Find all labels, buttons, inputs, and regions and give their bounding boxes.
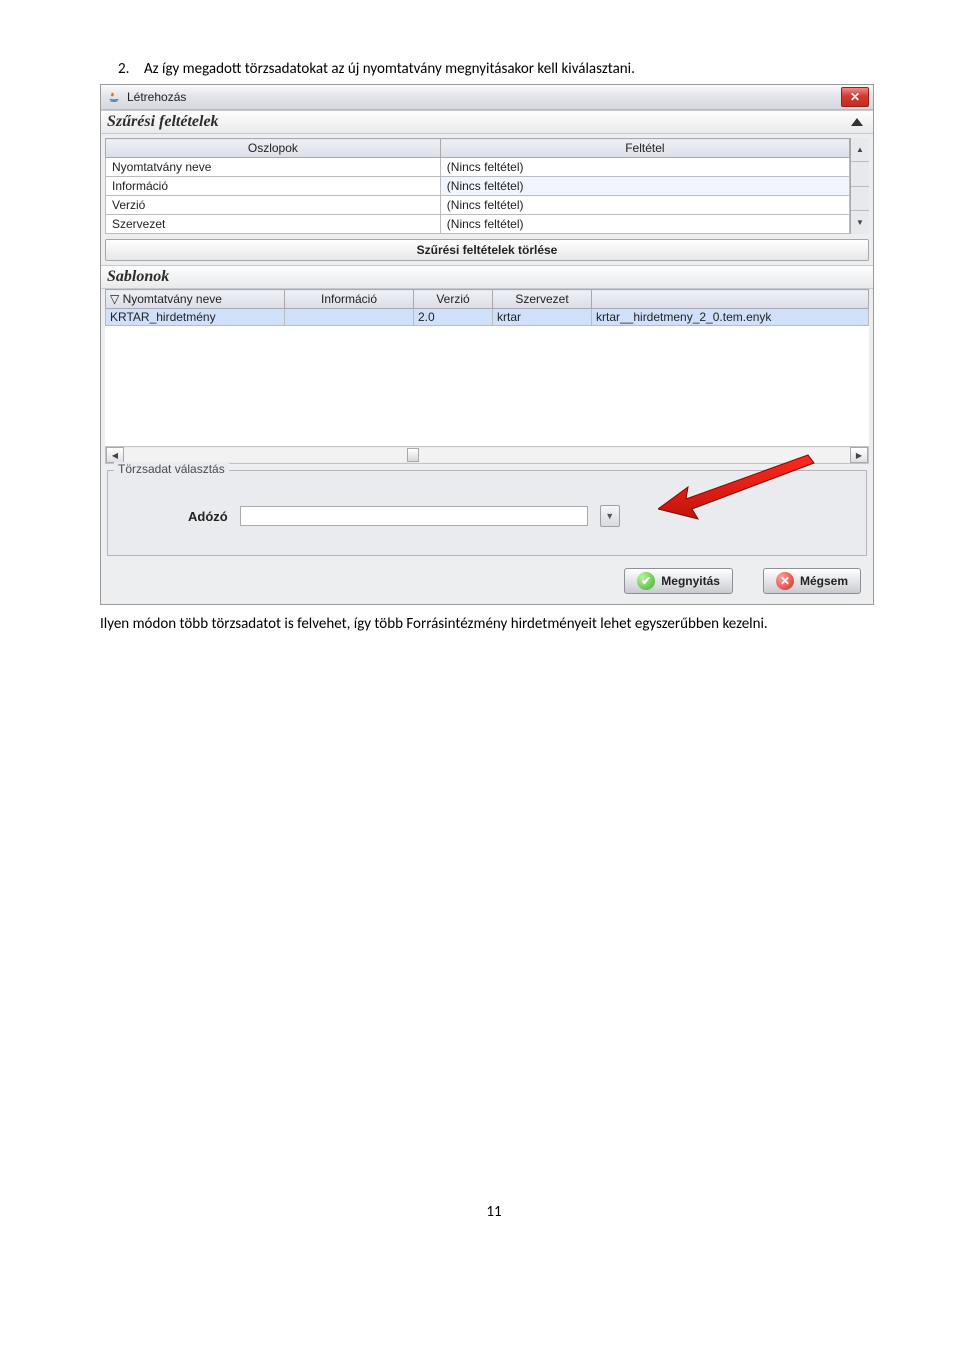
templates-blank <box>105 326 869 446</box>
filter-cell: (Nincs feltétel) <box>440 177 849 196</box>
scroll-thumb[interactable] <box>407 448 419 462</box>
scroll-right-icon[interactable]: ▶ <box>850 447 868 463</box>
filter-col2: Feltétel <box>440 139 849 158</box>
scroll-track[interactable] <box>124 448 850 462</box>
tmpl-cell: krtar <box>493 309 592 326</box>
tmpl-h4[interactable]: Szervezet <box>493 290 592 309</box>
document-page: 2. Az így megadott törzsadatokat az új n… <box>0 0 960 1261</box>
filter-section-header[interactable]: Szűrési feltételek <box>101 110 873 134</box>
java-icon <box>107 90 121 104</box>
filter-cell: (Nincs feltétel) <box>440 215 849 234</box>
clear-filter-button[interactable]: Szűrési feltételek törlése <box>105 239 869 261</box>
tmpl-h1[interactable]: ▽ Nyomtatvány neve <box>106 290 285 309</box>
filter-cell: Verzió <box>106 196 441 215</box>
filter-row[interactable]: Verzió (Nincs feltétel) <box>106 196 850 215</box>
filter-panel: Oszlopok Feltétel Nyomtatvány neve (Ninc… <box>101 134 873 236</box>
intro-text: Az így megadott törzsadatokat az új nyom… <box>144 60 635 78</box>
filter-row[interactable]: Szervezet (Nincs feltétel) <box>106 215 850 234</box>
open-button[interactable]: ✔ Megnyitás <box>624 568 733 594</box>
filter-cell: Szervezet <box>106 215 441 234</box>
check-icon: ✔ <box>637 572 655 590</box>
templates-table: ▽ Nyomtatvány neve Információ Verzió Sze… <box>105 289 869 326</box>
dialog-window: Létrehozás ✕ Szűrési feltételek Oszlopok… <box>100 84 874 605</box>
adozo-label: Adózó <box>188 509 228 524</box>
page-number: 11 <box>118 1203 870 1221</box>
list-number: 2. <box>118 60 144 78</box>
outro-paragraph: Ilyen módon több törzsadatot is felvehet… <box>100 615 890 633</box>
intro-paragraph: 2. Az így megadott törzsadatokat az új n… <box>118 60 870 78</box>
scroll-left-icon[interactable]: ◀ <box>106 447 124 463</box>
open-label: Megnyitás <box>661 574 720 588</box>
templates-section-title: Sablonok <box>107 268 169 286</box>
templates-section-header[interactable]: Sablonok <box>101 265 873 289</box>
tmpl-cell: 2.0 <box>414 309 493 326</box>
tmpl-cell <box>285 309 414 326</box>
master-data-group: Törzsadat választás Adózó ▼ <box>107 470 867 556</box>
filter-col1: Oszlopok <box>106 139 441 158</box>
scroll-track[interactable] <box>851 162 869 186</box>
tmpl-h2[interactable]: Információ <box>285 290 414 309</box>
close-button[interactable]: ✕ <box>841 87 869 107</box>
filter-cell: Információ <box>106 177 441 196</box>
cancel-button[interactable]: ✕ Mégsem <box>763 568 861 594</box>
filter-table: Oszlopok Feltétel Nyomtatvány neve (Ninc… <box>105 138 850 234</box>
filter-row[interactable]: Nyomtatvány neve (Nincs feltétel) <box>106 158 850 177</box>
scroll-down-icon[interactable]: ▼ <box>851 211 869 234</box>
tmpl-h3[interactable]: Verzió <box>414 290 493 309</box>
chevron-down-icon: ▼ <box>605 511 614 521</box>
tmpl-h5[interactable] <box>592 290 869 309</box>
collapse-icon <box>851 118 863 126</box>
adozo-dropdown-button[interactable]: ▼ <box>600 505 620 527</box>
dialog-footer: ✔ Megnyitás ✕ Mégsem <box>101 562 873 604</box>
tmpl-cell: KRTAR_hirdetmény <box>106 309 285 326</box>
filter-cell: (Nincs feltétel) <box>440 196 849 215</box>
tmpl-cell: krtar__hirdetmeny_2_0.tem.enyk <box>592 309 869 326</box>
filter-row[interactable]: Információ (Nincs feltétel) <box>106 177 850 196</box>
templates-header: ▽ Nyomtatvány neve Információ Verzió Sze… <box>106 290 869 309</box>
window-title: Létrehozás <box>127 90 186 104</box>
filter-cell: (Nincs feltétel) <box>440 158 849 177</box>
filter-scroll[interactable]: ▲ ▼ <box>850 138 869 234</box>
template-row[interactable]: KRTAR_hirdetmény 2.0 krtar krtar__hirdet… <box>106 309 869 326</box>
filter-section-title: Szűrési feltételek <box>107 113 219 131</box>
scroll-track[interactable] <box>851 187 869 211</box>
cancel-icon: ✕ <box>776 572 794 590</box>
cancel-label: Mégsem <box>800 574 848 588</box>
scroll-up-icon[interactable]: ▲ <box>851 138 869 162</box>
filter-header: Oszlopok Feltétel <box>106 139 850 158</box>
templates-panel: ▽ Nyomtatvány neve Információ Verzió Sze… <box>101 289 873 446</box>
close-icon: ✕ <box>850 91 860 103</box>
title-bar: Létrehozás ✕ <box>101 85 873 110</box>
filter-cell: Nyomtatvány neve <box>106 158 441 177</box>
adozo-input[interactable] <box>240 506 588 526</box>
